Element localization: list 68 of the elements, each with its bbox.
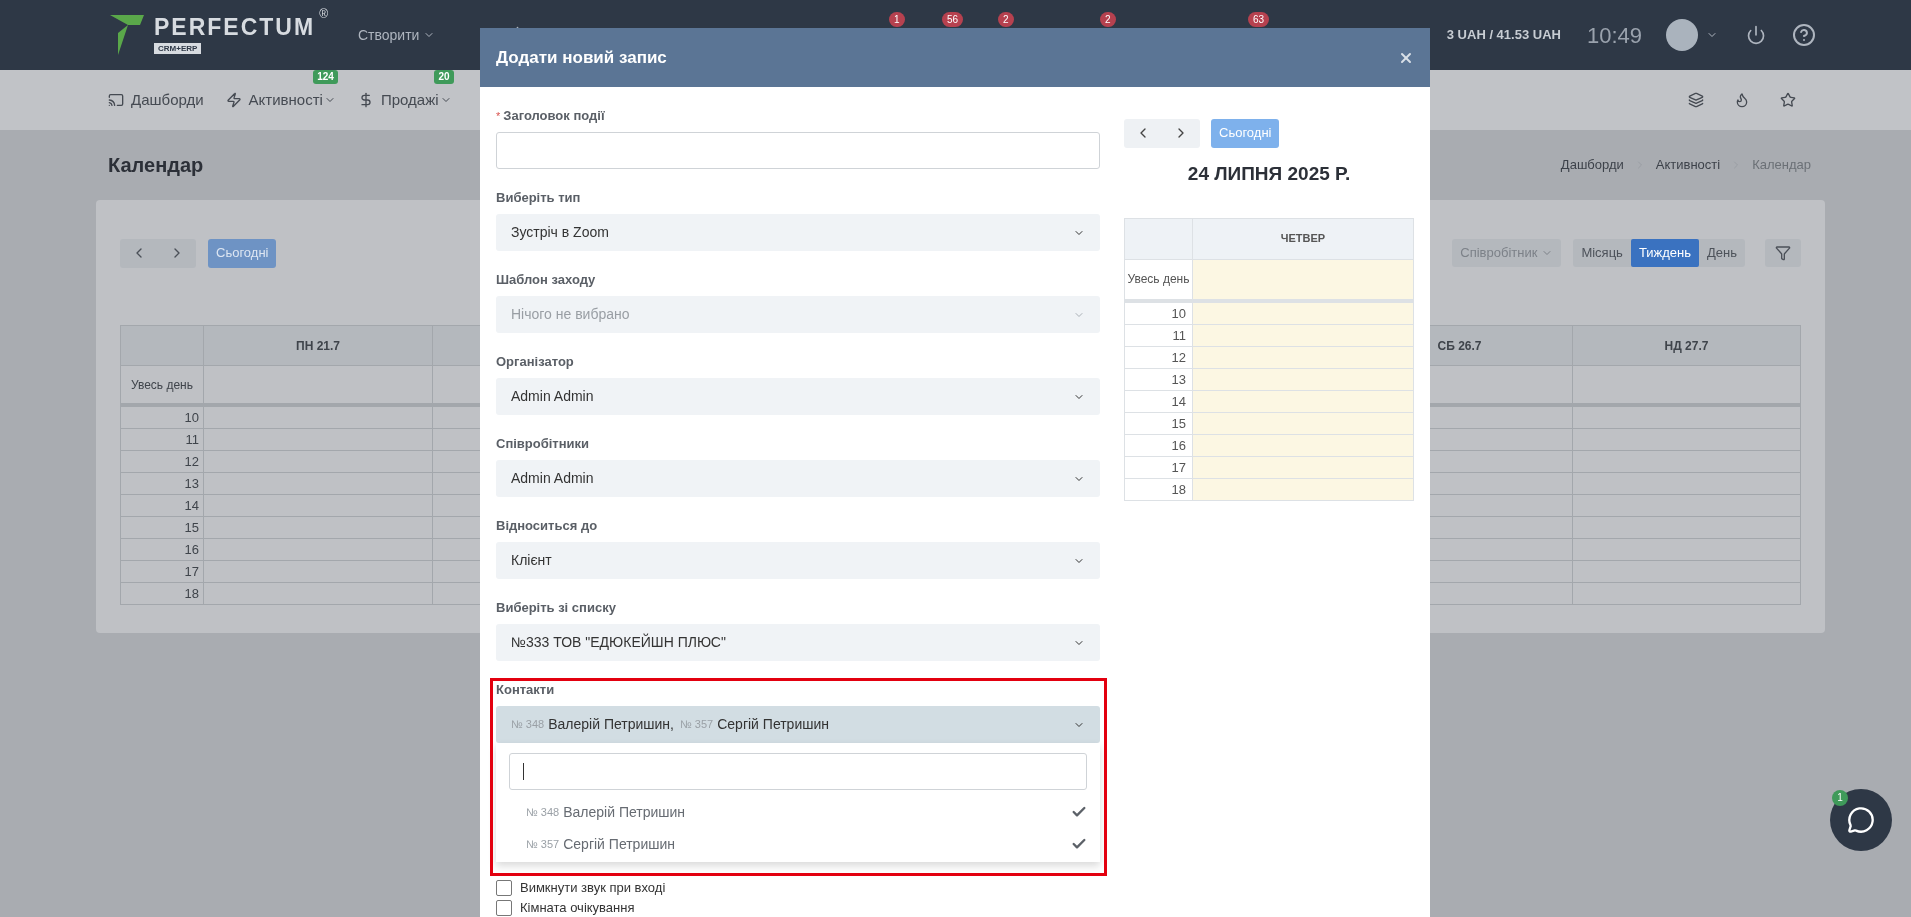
- field-label: Відноситься до: [496, 517, 598, 536]
- layers-icon[interactable]: [1688, 92, 1704, 108]
- day-header: ПН 21.7: [204, 326, 433, 365]
- hour-label: 17: [121, 561, 204, 582]
- avatar[interactable]: [1666, 19, 1698, 51]
- page-title: Календар: [108, 153, 204, 178]
- select-field[interactable]: Admin Admin: [496, 378, 1100, 415]
- all-day-label: Увесь день: [121, 366, 204, 403]
- hour-label: 13: [121, 473, 204, 494]
- flame-icon[interactable]: [1734, 92, 1750, 108]
- clock-time: 10:49: [1586, 21, 1642, 50]
- hour-label: 14: [121, 495, 204, 516]
- search-input[interactable]: [509, 753, 1087, 790]
- help-icon[interactable]: [1792, 23, 1816, 47]
- checkbox-label: Вимкнути звук при вході: [520, 878, 666, 897]
- notification-badge: 1: [889, 12, 905, 27]
- notification-badge: 2: [1100, 12, 1116, 27]
- notification-badge: 63: [1248, 12, 1270, 27]
- field-label: Організатор: [496, 353, 574, 372]
- breadcrumb-link[interactable]: Активності: [1655, 155, 1721, 175]
- lightning-icon: [225, 92, 242, 108]
- checkbox[interactable]: [496, 899, 512, 916]
- filter-icon: [1775, 245, 1791, 261]
- dropdown-option[interactable]: № 357 Сергій Петришин: [496, 828, 1100, 860]
- select-field[interactable]: № 348 Валерій Петришин, № 357 Сергій Петришин: [496, 706, 1100, 743]
- hour-label: 11: [121, 429, 204, 450]
- checkbox[interactable]: [496, 879, 512, 896]
- hour-label: 12: [121, 451, 204, 472]
- select-field[interactable]: Клієнт: [496, 542, 1100, 579]
- breadcrumb-link[interactable]: Дашборди: [1560, 155, 1624, 175]
- hour-label: 18: [121, 583, 204, 604]
- registered-mark: ®: [319, 8, 328, 20]
- brand-name: PERFECTUM: [154, 16, 316, 39]
- notification-badge: 56: [942, 12, 964, 27]
- power-icon[interactable]: [1746, 25, 1766, 45]
- star-icon[interactable]: [1780, 92, 1796, 108]
- view-tab[interactable]: Місяць: [1573, 239, 1631, 267]
- field-label: Виберіть зі списку: [496, 599, 616, 618]
- day-header: НД 27.7: [1663, 337, 1710, 355]
- select-field[interactable]: Зустріч в Zoom: [496, 214, 1100, 251]
- monitor-icon: [108, 92, 124, 108]
- view-tab[interactable]: День: [1699, 239, 1745, 267]
- select-field[interactable]: Admin Admin: [496, 460, 1100, 497]
- modal-title: Додати новий запис: [496, 46, 667, 69]
- hour-label: 15: [121, 517, 204, 538]
- create-menu[interactable]: Створити: [357, 24, 436, 46]
- date-heading: 24 ЛИПНЯ 2025 Р.: [1186, 162, 1352, 186]
- field-label: Співробітники: [496, 435, 590, 454]
- nav-menu-item[interactable]: Дашборди: [108, 88, 204, 112]
- field-label: Шаблон заходу: [496, 271, 596, 290]
- text-input[interactable]: [496, 132, 1100, 169]
- filter-button[interactable]: [1765, 239, 1801, 267]
- day-header: ЧЕТВЕР: [1279, 231, 1327, 247]
- hour-label: 16: [121, 539, 204, 560]
- checkbox-label: Кімната очікування: [520, 898, 635, 917]
- brand-subtitle: CRM+ERP: [154, 43, 202, 54]
- text-cursor: [523, 763, 524, 780]
- balance-text: 3 UAH / 41.53 UAH: [1446, 26, 1561, 45]
- field-label: Виберіть тип: [496, 189, 581, 208]
- hour-label: 10: [121, 407, 204, 428]
- select-field[interactable]: №333 ТОВ "ЕДЮКЕЙШН ПЛЮС": [496, 624, 1100, 661]
- dropdown-option[interactable]: № 348 Валерій Петришин: [496, 796, 1100, 828]
- notification-badge: 2: [998, 12, 1014, 27]
- field-label: Контакти: [496, 681, 555, 700]
- field-label: Заголовок події: [503, 107, 605, 126]
- view-tab[interactable]: Тиждень: [1630, 239, 1699, 267]
- required-mark: *: [496, 108, 501, 124]
- chat-bubble-icon: [1847, 806, 1875, 834]
